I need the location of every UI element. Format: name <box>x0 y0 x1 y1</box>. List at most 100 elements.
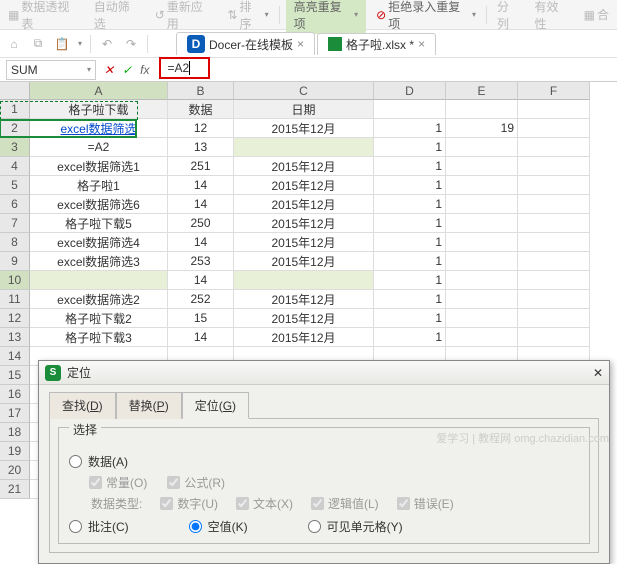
cell[interactable] <box>446 157 518 176</box>
radio-comment[interactable] <box>69 520 82 533</box>
cell[interactable]: 250 <box>168 214 234 233</box>
highlight-dup-btn[interactable]: 高亮重复项▾ <box>286 0 367 34</box>
col-header[interactable]: A <box>30 82 168 100</box>
row-header[interactable]: 6 <box>0 195 30 214</box>
cell[interactable]: 2015年12月 <box>234 195 374 214</box>
qat-redo-icon[interactable]: ↷ <box>123 36 139 52</box>
cell[interactable]: 1 <box>374 157 446 176</box>
cell[interactable]: 2015年12月 <box>234 252 374 271</box>
cell[interactable]: 格子啦下载3 <box>30 328 168 347</box>
cell[interactable] <box>30 271 168 290</box>
cell[interactable] <box>518 119 590 138</box>
col-header[interactable]: F <box>518 82 590 100</box>
cell[interactable] <box>446 233 518 252</box>
dialog-titlebar[interactable]: S 定位 ✕ <box>39 361 609 385</box>
qat-undo-icon[interactable]: ↶ <box>99 36 115 52</box>
cell[interactable]: 1 <box>374 195 446 214</box>
cell[interactable]: 格子啦下载5 <box>30 214 168 233</box>
cell[interactable] <box>446 100 518 119</box>
tab-replace[interactable]: 替换(P) <box>116 392 182 419</box>
row-header[interactable]: 2 <box>0 119 30 138</box>
radio-blank[interactable] <box>189 520 202 533</box>
row-header[interactable]: 13 <box>0 328 30 347</box>
cell[interactable]: 1 <box>374 176 446 195</box>
row-header[interactable]: 3 <box>0 138 30 157</box>
cell[interactable]: 2015年12月 <box>234 214 374 233</box>
row-header[interactable]: 19 <box>0 442 30 461</box>
cell[interactable] <box>234 271 374 290</box>
cell[interactable] <box>518 328 590 347</box>
row-header[interactable]: 5 <box>0 176 30 195</box>
cell[interactable] <box>518 176 590 195</box>
cell[interactable] <box>518 309 590 328</box>
auto-filter-btn[interactable]: 自动筛选 <box>90 0 145 34</box>
cell[interactable] <box>446 271 518 290</box>
cell[interactable]: excel数据筛选3 <box>30 252 168 271</box>
reapply-btn[interactable]: ↺重新应用 <box>151 0 218 34</box>
cell[interactable] <box>446 195 518 214</box>
cell[interactable]: 19 <box>446 119 518 138</box>
row-header[interactable]: 10 <box>0 271 30 290</box>
row-header[interactable]: 9 <box>0 252 30 271</box>
cell[interactable]: 2015年12月 <box>234 233 374 252</box>
validity-btn[interactable]: 有效性 <box>530 0 573 34</box>
cell[interactable]: 14 <box>168 328 234 347</box>
dialog-close-icon[interactable]: ✕ <box>593 366 603 380</box>
cell[interactable]: 2015年12月 <box>234 328 374 347</box>
cell[interactable]: excel数据筛选4 <box>30 233 168 252</box>
cell[interactable] <box>446 176 518 195</box>
row-header[interactable]: 16 <box>0 385 30 404</box>
close-tab-icon[interactable]: × <box>418 37 425 51</box>
col-header[interactable]: C <box>234 82 374 100</box>
row-header[interactable]: 1 <box>0 100 30 119</box>
cell[interactable] <box>518 271 590 290</box>
cell[interactable]: 格子啦1 <box>30 176 168 195</box>
cell[interactable] <box>446 214 518 233</box>
row-header[interactable]: 20 <box>0 461 30 480</box>
cell[interactable] <box>446 328 518 347</box>
cell[interactable]: 1 <box>374 214 446 233</box>
tab-docer[interactable]: D Docer-在线模板 × <box>176 32 315 55</box>
tab-find[interactable]: 查找(D) <box>49 392 116 419</box>
radio-data[interactable] <box>69 455 82 468</box>
header-cell[interactable]: 日期 <box>234 100 374 119</box>
row-header[interactable]: 4 <box>0 157 30 176</box>
row-header[interactable]: 11 <box>0 290 30 309</box>
header-cell[interactable]: 数据 <box>168 100 234 119</box>
cell[interactable]: excel数据筛选1 <box>30 157 168 176</box>
row-header[interactable]: 17 <box>0 404 30 423</box>
cell[interactable] <box>446 252 518 271</box>
cell[interactable] <box>518 252 590 271</box>
cell[interactable] <box>518 100 590 119</box>
tab-workbook[interactable]: 格子啦.xlsx * × <box>317 33 436 55</box>
reject-dup-btn[interactable]: ⊘拒绝录入重复项▾ <box>372 0 480 34</box>
cell[interactable]: 1 <box>374 252 446 271</box>
formula-input[interactable]: =A2 <box>157 61 617 79</box>
cell[interactable] <box>518 233 590 252</box>
cell[interactable] <box>518 214 590 233</box>
cell[interactable]: 2015年12月 <box>234 176 374 195</box>
cell[interactable]: 13 <box>168 138 234 157</box>
cell[interactable] <box>446 138 518 157</box>
cell[interactable]: excel数据筛选2 <box>30 290 168 309</box>
cell[interactable] <box>446 309 518 328</box>
row-header[interactable]: 15 <box>0 366 30 385</box>
cell[interactable]: 1 <box>374 138 446 157</box>
cancel-formula-icon[interactable]: ✕ <box>104 63 114 77</box>
row-header[interactable]: 8 <box>0 233 30 252</box>
cell[interactable]: 2015年12月 <box>234 290 374 309</box>
cell[interactable]: excel数据筛选 <box>30 119 168 138</box>
cell[interactable]: 14 <box>168 233 234 252</box>
cell[interactable] <box>518 138 590 157</box>
cell[interactable]: 14 <box>168 176 234 195</box>
cell[interactable] <box>518 290 590 309</box>
row-header[interactable]: 14 <box>0 347 30 366</box>
split-col-btn[interactable]: 分列 <box>493 0 524 34</box>
cell[interactable]: 1 <box>374 328 446 347</box>
cell[interactable]: 格子啦下载2 <box>30 309 168 328</box>
row-header[interactable]: 7 <box>0 214 30 233</box>
cell[interactable]: 1 <box>374 233 446 252</box>
row-header[interactable]: 12 <box>0 309 30 328</box>
header-cell[interactable]: 格子啦下载 <box>30 100 168 119</box>
cell[interactable] <box>518 157 590 176</box>
